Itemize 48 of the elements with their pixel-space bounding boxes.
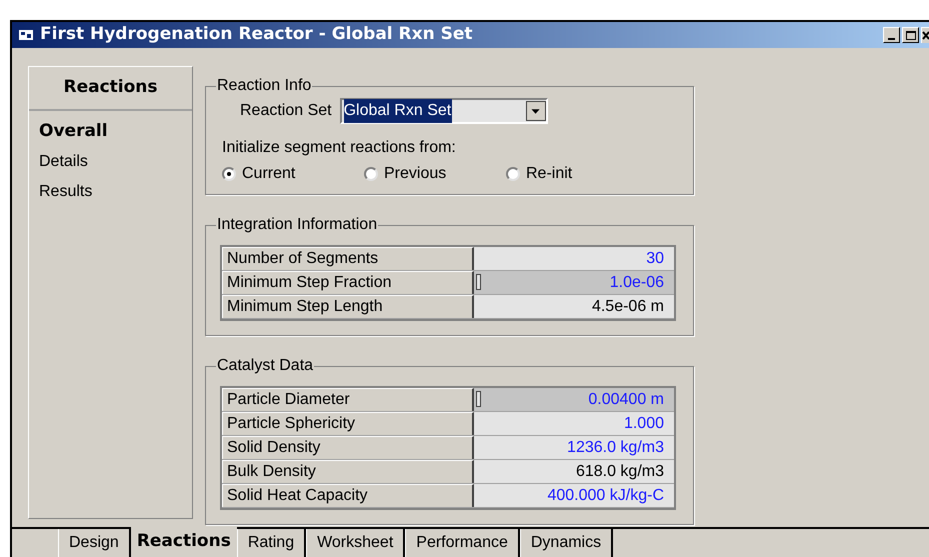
minimize-button[interactable]	[883, 27, 900, 43]
sidebar-item[interactable]: Overall	[39, 118, 108, 144]
dropdown-value: Global Rxn Set	[344, 99, 452, 123]
group-title: Reaction Info	[216, 76, 312, 96]
property-label: Particle Diameter	[222, 388, 474, 411]
property-value[interactable]: 0.00400 m	[474, 388, 674, 411]
property-label: Minimum Step Length	[222, 295, 474, 318]
property-value[interactable]: 4.5e-06 m	[474, 295, 674, 318]
property-label: Number of Segments	[222, 247, 474, 270]
window-title: First Hydrogenation Reactor - Global Rxn Set	[40, 23, 474, 46]
close-icon	[922, 31, 929, 40]
property-label: Bulk Density	[222, 460, 474, 483]
minimize-icon	[888, 38, 895, 40]
radio-button[interactable]	[506, 167, 520, 181]
group-title: Catalyst Data	[216, 356, 314, 376]
cursor-marker	[476, 391, 481, 407]
radio-label[interactable]: Re-init	[526, 162, 572, 186]
radio-button[interactable]	[364, 167, 378, 181]
property-label: Minimum Step Fraction	[222, 271, 474, 294]
group-title: Integration Information	[216, 215, 378, 235]
sidebar-item[interactable]: Details	[39, 150, 88, 174]
tab[interactable]: Rating	[236, 529, 306, 557]
property-label: Particle Sphericity	[222, 412, 474, 435]
property-value[interactable]: 618.0 kg/m3	[474, 460, 674, 483]
reaction-set-dropdown[interactable]: Global Rxn Set	[340, 98, 548, 124]
radio-label[interactable]: Previous	[384, 162, 446, 186]
property-value[interactable]: 30	[474, 247, 674, 270]
tab[interactable]: Worksheet	[306, 529, 406, 557]
sidebar-item[interactable]: Results	[39, 180, 92, 204]
sidebar-title: Reactions	[29, 67, 192, 110]
app-icon	[18, 28, 34, 42]
section-label: Initialize segment reactions from:	[222, 138, 457, 158]
property-label: Solid Density	[222, 436, 474, 459]
maximize-icon	[906, 30, 916, 40]
maximize-button[interactable]	[902, 27, 919, 43]
tab[interactable]: Dynamics	[520, 529, 614, 557]
property-value[interactable]: 1.000	[474, 412, 674, 435]
field-label: Reaction Set	[240, 101, 332, 121]
radio-label[interactable]: Current	[242, 162, 296, 186]
radio-button[interactable]	[222, 167, 236, 181]
tab[interactable]: Design	[58, 529, 131, 557]
close-button[interactable]	[921, 27, 929, 43]
tab[interactable]: Performance	[405, 529, 520, 557]
property-value[interactable]: 400.000 kJ/kg-C	[474, 484, 674, 507]
property-value[interactable]: 1236.0 kg/m3	[474, 436, 674, 459]
cursor-marker	[476, 274, 481, 290]
property-value[interactable]: 1.0e-06	[474, 271, 674, 294]
property-label: Solid Heat Capacity	[222, 484, 474, 507]
